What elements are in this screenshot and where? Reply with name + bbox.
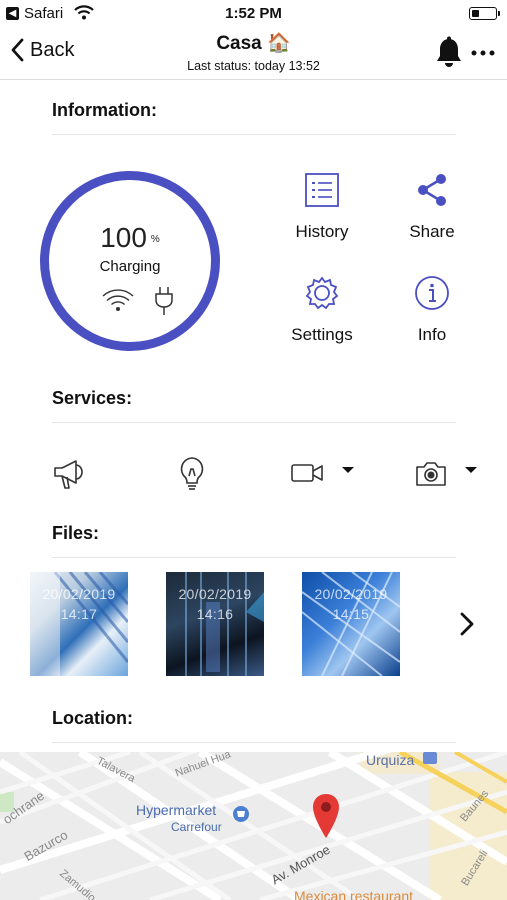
- map-label-hypermarket: Hypermarket: [136, 802, 217, 818]
- history-label: History: [295, 222, 349, 241]
- share-label: Share: [409, 222, 455, 241]
- settings-button[interactable]: Settings: [277, 275, 367, 345]
- status-bar: ◀ Safari 1:52 PM: [0, 0, 507, 28]
- information-heading: Information:: [52, 100, 157, 120]
- info-label: Info: [417, 325, 447, 344]
- file-2-caption: 20/02/2019 14:16: [166, 584, 264, 624]
- location-heading: Location:: [52, 708, 133, 728]
- last-status-text: Last status: today 13:52: [187, 59, 320, 73]
- bell-icon[interactable]: [435, 36, 463, 68]
- file-2-date: 20/02/2019: [178, 586, 252, 602]
- battery-unit: %: [150, 234, 160, 246]
- plug-icon: [155, 287, 173, 315]
- map-label-mexican: Mexican restaurant: [294, 888, 414, 900]
- location-map[interactable]: Urquiza Talavera Nahuel Hua Hypermarket …: [0, 752, 507, 900]
- gear-icon: [305, 276, 339, 310]
- map-label-carrefour: Carrefour: [171, 820, 222, 834]
- megaphone-icon[interactable]: [52, 456, 86, 490]
- page-title: Casa 🏠: [216, 33, 291, 54]
- file-3-time: 14:15: [332, 606, 370, 622]
- file-1-time: 14:17: [60, 606, 98, 622]
- settings-label: Settings: [291, 325, 353, 344]
- location-divider: [52, 742, 456, 743]
- info-button[interactable]: Info: [387, 275, 477, 345]
- battery-level-fill: [471, 9, 479, 17]
- file-3-caption: 20/02/2019 14:15: [302, 584, 400, 624]
- battery-value-wrap: 100%: [49, 222, 211, 254]
- chevron-right-icon[interactable]: [458, 611, 476, 637]
- file-thumbnail-2[interactable]: 20/02/2019 14:16: [166, 572, 264, 676]
- video-dropdown-caret-icon[interactable]: [341, 466, 355, 474]
- files-divider: [52, 557, 456, 558]
- photo-dropdown-caret-icon[interactable]: [464, 466, 478, 474]
- file-1-caption: 20/02/2019 14:17: [30, 584, 128, 624]
- more-options-icon[interactable]: [471, 50, 495, 56]
- battery-status: Charging: [99, 258, 161, 275]
- battery-value: 100: [100, 222, 147, 253]
- battery-icon: [469, 7, 500, 20]
- wifi-icon: [102, 289, 134, 311]
- services-heading: Services:: [52, 388, 133, 408]
- services-divider: [52, 422, 456, 423]
- file-3-date: 20/02/2019: [314, 586, 388, 602]
- share-button[interactable]: Share: [387, 172, 477, 242]
- list-icon: [305, 173, 339, 207]
- photo-camera-icon[interactable]: [415, 459, 447, 487]
- share-icon: [418, 174, 446, 206]
- map-label-urquiza: Urquiza: [366, 752, 415, 768]
- lightbulb-icon[interactable]: [178, 456, 206, 492]
- file-thumbnail-3[interactable]: 20/02/2019 14:15: [302, 572, 400, 676]
- info-icon: [415, 276, 449, 310]
- file-1-date: 20/02/2019: [42, 586, 116, 602]
- status-time: 1:52 PM: [225, 5, 282, 22]
- video-camera-icon[interactable]: [290, 462, 324, 484]
- files-heading: Files:: [52, 523, 100, 543]
- file-2-time: 14:16: [196, 606, 234, 622]
- battery-ring: 100% Charging: [40, 171, 220, 351]
- information-divider: [52, 134, 456, 135]
- history-button[interactable]: History: [277, 172, 367, 242]
- file-thumbnail-1[interactable]: 20/02/2019 14:17: [30, 572, 128, 676]
- navigation-bar: Back Casa 🏠 Last status: today 13:52: [0, 28, 507, 80]
- map-pin-icon[interactable]: [310, 792, 342, 840]
